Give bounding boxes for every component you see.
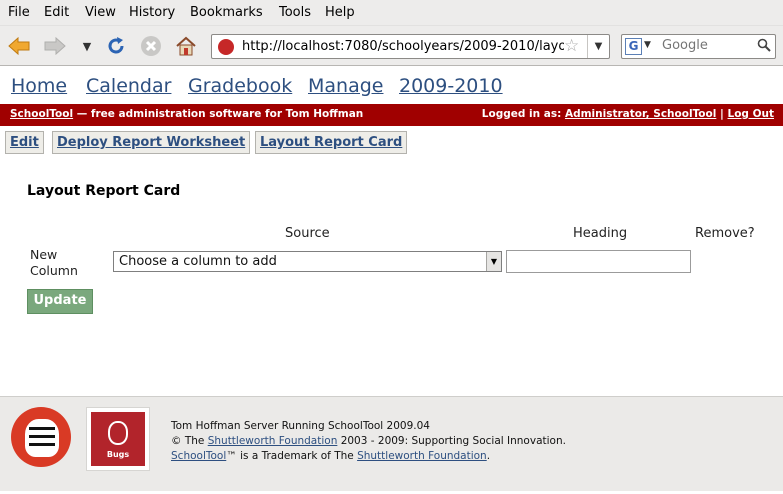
logout-link[interactable]: Log Out [728,108,775,120]
page-footer: Bugs Tom Hoffman Server Running SchoolTo… [0,396,783,491]
browser-navbar: ▼ http://localhost:7080/schoolyears/2009… [0,26,783,66]
footer-line2-pre: © The [171,435,208,447]
source-column-header: Source [285,226,330,241]
select-dropdown-icon[interactable]: ▼ [486,252,501,271]
schooltool-link[interactable]: SchoolTool [10,108,73,120]
menu-view[interactable]: View [85,5,116,20]
footer-text: Tom Hoffman Server Running SchoolTool 20… [171,419,566,464]
menu-tools[interactable]: Tools [279,5,311,20]
nav-manage-link[interactable]: Manage [308,75,383,97]
shuttleworth-link[interactable]: Shuttleworth Foundation [208,435,338,447]
search-icon[interactable] [757,38,771,56]
google-engine-icon[interactable]: G [625,38,642,55]
bugs-logo[interactable]: Bugs [86,407,150,471]
site-favicon-icon [218,39,234,55]
browser-menubar: File Edit View History Bookmarks Tools H… [0,0,783,26]
action-bar: Edit Deploy Report Worksheet Layout Repo… [0,126,783,160]
layout-button-label: Layout Report Card [260,135,403,150]
footer-line3-mid: ™ is a Trademark of The [226,450,358,462]
url-dropdown-icon[interactable]: ▼ [587,35,609,58]
edit-button[interactable]: Edit [5,131,44,154]
footer-shuttleworth-link[interactable]: Shuttleworth Foundation [357,450,487,462]
footer-line1: Tom Hoffman Server Running SchoolTool 20… [171,420,430,432]
history-dropdown-icon[interactable]: ▼ [75,34,99,58]
update-button[interactable]: Update [27,289,93,314]
deploy-report-worksheet-button[interactable]: Deploy Report Worksheet [52,131,251,154]
zebra-stripe [29,435,55,438]
footer-line3: SchoolTool™ is a Trademark of The Shuttl… [171,449,566,464]
bugs-logo-box: Bugs [91,412,145,466]
schooltool-zebra-logo[interactable] [11,407,71,467]
engine-dropdown-icon[interactable]: ▼ [644,40,651,50]
bugs-label: Bugs [106,450,130,459]
user-link[interactable]: Administrator, SchoolTool [565,108,716,120]
banner-left: SchoolTool — free administration softwar… [10,108,363,120]
menu-file[interactable]: File [8,5,30,20]
nav-year-link[interactable]: 2009-2010 [399,75,503,97]
footer-line2: © The Shuttleworth Foundation 2003 - 200… [171,434,566,449]
edit-button-label: Edit [10,135,39,150]
footer-line2-post: 2003 - 2009: Supporting Social Innovatio… [337,435,566,447]
reload-icon[interactable] [104,34,128,58]
footer-schooltool-link[interactable]: SchoolTool [171,450,226,462]
menu-history[interactable]: History [129,5,175,20]
new-column-label-line1: New [30,247,58,262]
source-select-value: Choose a column to add [119,254,277,269]
nav-calendar-link[interactable]: Calendar [86,75,171,97]
logged-in-label: Logged in as: [481,108,565,120]
menu-bookmarks[interactable]: Bookmarks [190,5,263,20]
deploy-button-label: Deploy Report Worksheet [57,135,246,150]
page-title: Layout Report Card [27,183,181,199]
menu-edit[interactable]: Edit [44,5,69,20]
url-bar[interactable]: http://localhost:7080/schoolyears/2009-2… [211,34,610,59]
zebra-stripe [29,427,55,430]
banner-right: Logged in as: Administrator, SchoolTool … [482,108,774,120]
heading-input[interactable] [506,250,691,273]
nav-home-link[interactable]: Home [11,75,67,97]
zebra-stripe [29,443,55,446]
nav-gradebook-link[interactable]: Gradebook [188,75,292,97]
stop-icon[interactable] [139,34,163,58]
site-main-nav: Home Calendar Gradebook Manage 2009-2010 [0,67,783,104]
remove-column-header: Remove? [695,226,755,241]
back-arrow-icon[interactable] [7,34,31,58]
zebra-face [25,419,59,457]
forward-arrow-icon[interactable] [43,34,67,58]
footer-line3-end: . [486,450,491,462]
search-input[interactable] [662,38,752,53]
source-column-select[interactable]: Choose a column to add ▼ [113,251,502,272]
new-column-label: New Column [30,247,78,279]
search-bar[interactable]: G ▼ [621,34,776,59]
menu-help[interactable]: Help [325,5,355,20]
header-banner: SchoolTool — free administration softwar… [0,104,783,126]
bug-icon [108,421,128,445]
new-column-label-line2: Column [30,263,78,278]
heading-column-header: Heading [573,226,628,241]
layout-report-card-button[interactable]: Layout Report Card [255,131,408,154]
banner-separator: | [716,108,728,120]
banner-tagline: — free administration software for Tom H… [73,108,364,120]
url-text: http://localhost:7080/schoolyears/2009-2… [242,39,564,54]
bookmark-star-icon[interactable]: ☆ [564,36,579,56]
home-icon[interactable] [174,34,198,58]
